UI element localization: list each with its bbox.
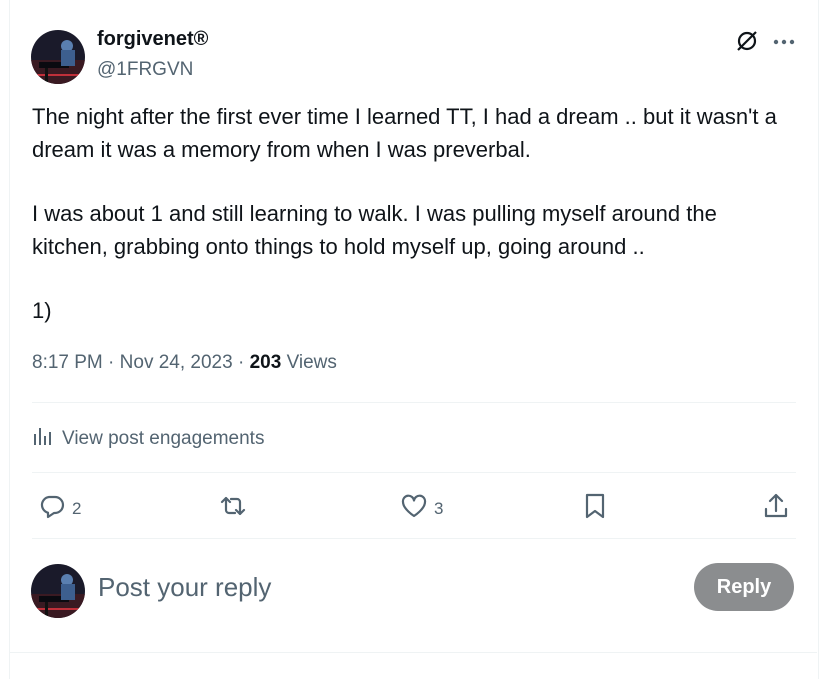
reply-submit-button[interactable]: Reply <box>694 563 794 611</box>
divider <box>32 472 796 473</box>
reply-button[interactable]: 2 <box>38 492 81 525</box>
repost-button[interactable] <box>218 492 248 525</box>
post-paragraph: 1) <box>32 298 52 323</box>
meta-separator: · <box>237 352 245 373</box>
like-button[interactable]: 3 <box>400 492 443 525</box>
views-label: Views <box>286 352 337 373</box>
author-name[interactable]: forgivenet® <box>97 28 208 51</box>
like-icon <box>400 492 428 525</box>
grok-icon[interactable] <box>735 29 759 58</box>
bookmark-icon <box>582 492 608 525</box>
post-date[interactable]: Nov 24, 2023 <box>120 352 233 373</box>
author-handle[interactable]: @1FRGVN <box>97 59 193 81</box>
views-count: 203 <box>249 352 282 373</box>
author-avatar[interactable] <box>31 30 85 84</box>
divider <box>32 402 796 403</box>
post-text: The night after the first ever time I le… <box>32 101 792 328</box>
bookmark-button[interactable] <box>582 492 608 525</box>
divider <box>9 652 817 653</box>
reply-count: 2 <box>72 498 82 518</box>
post-paragraph: The night after the first ever time I le… <box>32 104 777 162</box>
post-meta: 8:17 PM · Nov 24, 2023 · 203 Views <box>32 352 337 374</box>
analytics-icon <box>32 425 54 453</box>
engagements-label: View post engagements <box>62 428 265 449</box>
user-avatar[interactable] <box>31 564 85 618</box>
meta-separator: · <box>108 352 115 373</box>
post-time[interactable]: 8:17 PM <box>32 352 103 373</box>
repost-icon <box>218 492 248 525</box>
divider <box>32 538 796 539</box>
more-icon[interactable] <box>773 29 795 58</box>
share-button[interactable] <box>762 492 790 525</box>
view-engagements-link[interactable]: View post engagements <box>32 425 264 453</box>
like-count: 3 <box>434 498 444 518</box>
action-bar: 2 3 <box>0 490 834 524</box>
share-icon <box>762 492 790 525</box>
reply-composer: Post your reply Reply <box>0 560 834 620</box>
reply-input[interactable]: Post your reply <box>98 572 271 603</box>
post-paragraph: I was about 1 and still learning to walk… <box>32 201 717 259</box>
reply-icon <box>38 492 66 525</box>
